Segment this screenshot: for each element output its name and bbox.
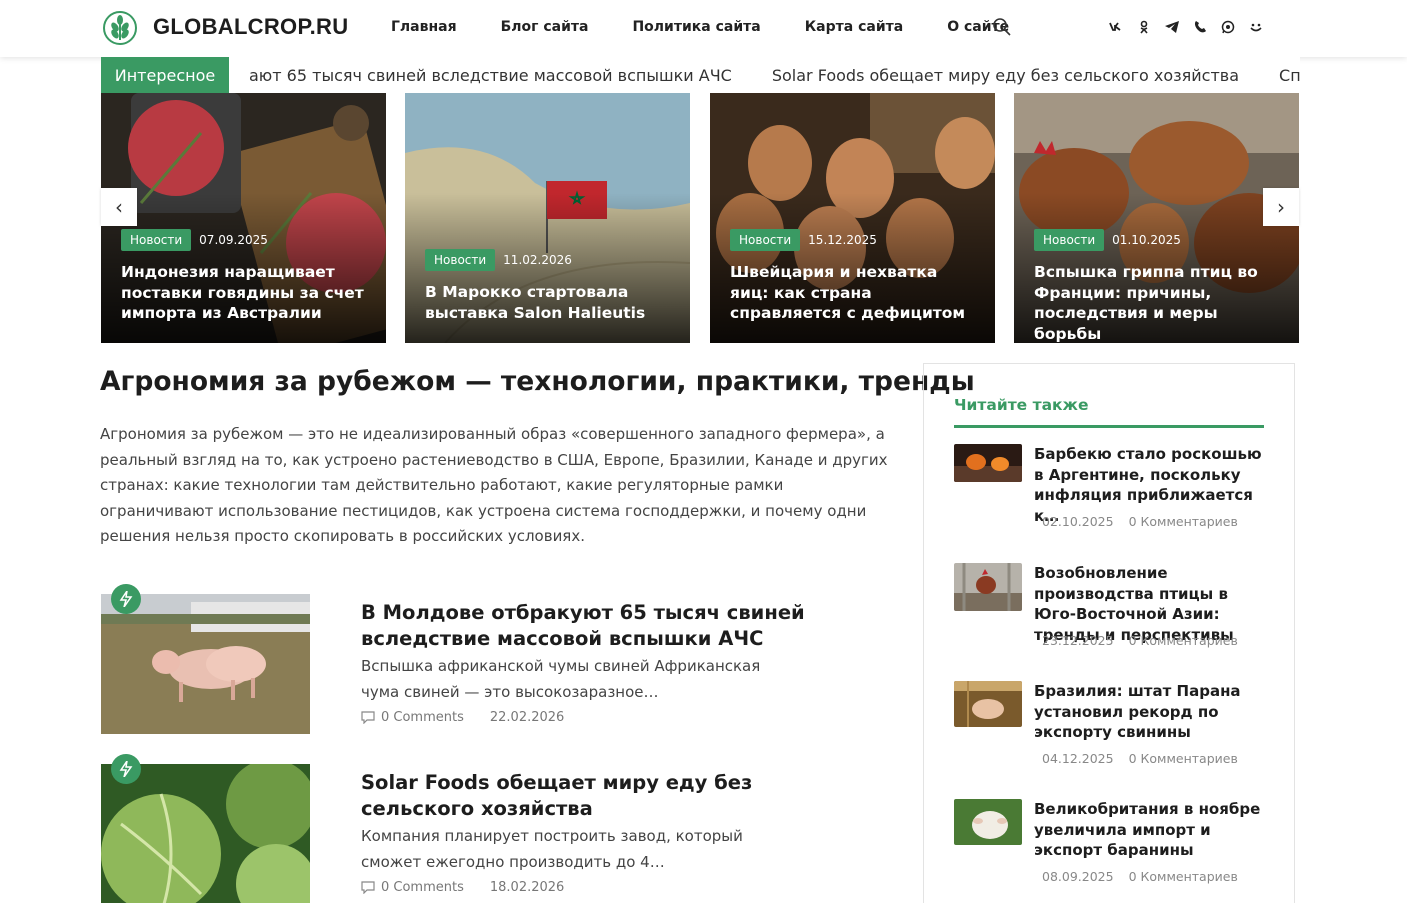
related-post[interactable]: Барбекю стало роскошью в Аргентине, поск… xyxy=(954,444,1274,544)
vk-icon[interactable] xyxy=(1108,19,1124,35)
comment-count[interactable]: 0 Comments xyxy=(381,710,464,725)
logo-icon[interactable] xyxy=(102,10,138,46)
slide-meta: Новости 07.09.2025 xyxy=(121,229,268,251)
ticker-item[interactable]: ают 65 тысяч свиней вследствие массовой … xyxy=(249,66,732,85)
lightning-icon xyxy=(111,584,141,614)
telegram-icon[interactable] xyxy=(1164,19,1180,35)
post-title[interactable]: Solar Foods обещает миру еду без сельско… xyxy=(361,770,841,822)
nav-sitemap[interactable]: Карта сайта xyxy=(805,19,903,35)
viber-icon[interactable] xyxy=(1192,19,1208,35)
related-title[interactable]: Бразилия: штат Парана установил рекорд п… xyxy=(1034,681,1269,743)
ticker-item[interactable]: Спрос на мясо птиц xyxy=(1279,66,1300,85)
post-date: 18.02.2026 xyxy=(489,880,565,895)
related-thumbnail[interactable] xyxy=(954,799,1022,845)
slide-date: 15.12.2025 xyxy=(808,233,877,247)
related-post[interactable]: Возобновление производства птицы в Юго-В… xyxy=(954,563,1274,663)
lightning-icon xyxy=(111,754,141,784)
post-thumbnail[interactable] xyxy=(101,764,310,903)
max-icon[interactable] xyxy=(1248,19,1264,35)
related-date: 08.09.2025 xyxy=(1042,869,1114,884)
news-ticker: Интересное ают 65 тысяч свиней вследстви… xyxy=(101,57,1300,93)
slide-card[interactable]: Новости 15.12.2025 Швейцария и нехватка … xyxy=(710,93,995,343)
ticker-item[interactable]: Solar Foods обещает миру еду без сельско… xyxy=(772,66,1239,85)
ticker-track: ают 65 тысяч свиней вследствие массовой … xyxy=(249,57,1300,93)
related-title[interactable]: Великобритания в ноябре увеличила импорт… xyxy=(1034,799,1269,861)
slide-card[interactable]: Новости 01.10.2025 Вспышка гриппа птиц в… xyxy=(1014,93,1299,343)
site-header: GLOBALCROP.RU Главная Блог сайта Политик… xyxy=(0,0,1407,57)
cabbage-image xyxy=(101,764,310,903)
slide-title[interactable]: Вспышка гриппа птиц во Франции: причины,… xyxy=(1034,262,1285,343)
pigs-image xyxy=(101,594,310,734)
category-badge[interactable]: Новости xyxy=(425,249,496,271)
related-meta: 23.12.2025 0 Комментариев xyxy=(1042,633,1238,648)
slide-date: 11.02.2026 xyxy=(503,253,572,267)
category-intro: Агрономия за рубежом — это не идеализиро… xyxy=(100,425,888,545)
slide-card[interactable]: Новости 07.09.2025 Индонезия наращивает … xyxy=(101,93,386,343)
sidebar-divider xyxy=(954,425,1264,428)
related-comments[interactable]: 0 Комментариев xyxy=(1129,751,1238,766)
logo-text[interactable]: GLOBALCROP.RU xyxy=(153,14,348,40)
nav-policy[interactable]: Политика сайта xyxy=(632,19,760,35)
related-meta: 04.12.2025 0 Комментариев xyxy=(1042,751,1238,766)
post-title[interactable]: В Молдове отбракуют 65 тысяч свиней всле… xyxy=(361,600,841,652)
social-links xyxy=(1108,19,1264,35)
category-badge[interactable]: Новости xyxy=(1034,229,1105,251)
post-excerpt: Вспышка африканской чумы свиней Африканс… xyxy=(361,657,761,701)
odnoklassniki-icon[interactable] xyxy=(1136,19,1152,35)
comment-icon xyxy=(361,881,375,894)
slide-meta: Новости 15.12.2025 xyxy=(730,229,877,251)
nav-blog[interactable]: Блог сайта xyxy=(501,19,589,35)
sidebar-heading: Читайте также xyxy=(954,396,1089,414)
post-card: В Молдове отбракуют 65 тысяч свиней всле… xyxy=(100,584,860,734)
related-post[interactable]: Бразилия: штат Парана установил рекорд п… xyxy=(954,681,1274,781)
related-date: 04.12.2025 xyxy=(1042,751,1114,766)
related-thumbnail[interactable] xyxy=(954,444,1022,482)
slide-meta: Новости 01.10.2025 xyxy=(1034,229,1181,251)
sidebar-widget: Читайте также Барбекю стало роскошью в А… xyxy=(923,363,1295,903)
related-comments[interactable]: 0 Комментариев xyxy=(1129,633,1238,648)
related-comments[interactable]: 0 Комментариев xyxy=(1129,869,1238,884)
post-date: 22.02.2026 xyxy=(489,710,565,725)
category-badge[interactable]: Новости xyxy=(121,229,192,251)
post-excerpt: Компания планирует построить завод, кото… xyxy=(361,827,743,871)
post-thumbnail[interactable] xyxy=(101,594,310,734)
slide-title[interactable]: Индонезия наращивает поставки говядины з… xyxy=(121,262,372,324)
slide-date: 07.09.2025 xyxy=(199,233,268,247)
slider-prev-button[interactable]: ‹ xyxy=(101,188,137,226)
search-icon[interactable] xyxy=(992,17,1012,37)
nav-home[interactable]: Главная xyxy=(391,19,457,35)
related-thumbnail[interactable] xyxy=(954,563,1022,611)
main-nav: Главная Блог сайта Политика сайта Карта … xyxy=(391,19,1053,35)
related-date: 02.10.2025 xyxy=(1042,514,1114,529)
whatsapp-icon[interactable] xyxy=(1220,19,1236,35)
featured-slider: Новости 07.09.2025 Индонезия наращивает … xyxy=(101,93,1299,343)
category-badge[interactable]: Новости xyxy=(730,229,801,251)
slide-title[interactable]: Швейцария и нехватка яиц: как страна спр… xyxy=(730,262,981,324)
slide-date: 01.10.2025 xyxy=(1112,233,1181,247)
related-date: 23.12.2025 xyxy=(1042,633,1114,648)
comment-count[interactable]: 0 Comments xyxy=(381,880,464,895)
slide-card[interactable]: Новости 11.02.2026 В Марокко стартовала … xyxy=(405,93,690,343)
related-post[interactable]: Великобритания в ноябре увеличила импорт… xyxy=(954,799,1274,899)
post-meta: 0 Comments 22.02.2026 xyxy=(361,710,564,725)
slider-next-button[interactable]: › xyxy=(1263,188,1299,226)
slide-meta: Новости 11.02.2026 xyxy=(425,249,572,271)
related-comments[interactable]: 0 Комментариев xyxy=(1129,514,1238,529)
ticker-label: Интересное xyxy=(101,57,229,93)
related-thumbnail[interactable] xyxy=(954,681,1022,727)
related-meta: 02.10.2025 0 Комментариев xyxy=(1042,514,1238,529)
related-meta: 08.09.2025 0 Комментариев xyxy=(1042,869,1238,884)
post-meta: 0 Comments 18.02.2026 xyxy=(361,880,564,895)
post-card: Solar Foods обещает миру еду без сельско… xyxy=(100,754,860,903)
comment-icon xyxy=(361,711,375,724)
slide-title[interactable]: В Марокко стартовала выставка Salon Hali… xyxy=(425,282,676,323)
page-title: Агрономия за рубежом — технологии, практ… xyxy=(100,366,975,397)
